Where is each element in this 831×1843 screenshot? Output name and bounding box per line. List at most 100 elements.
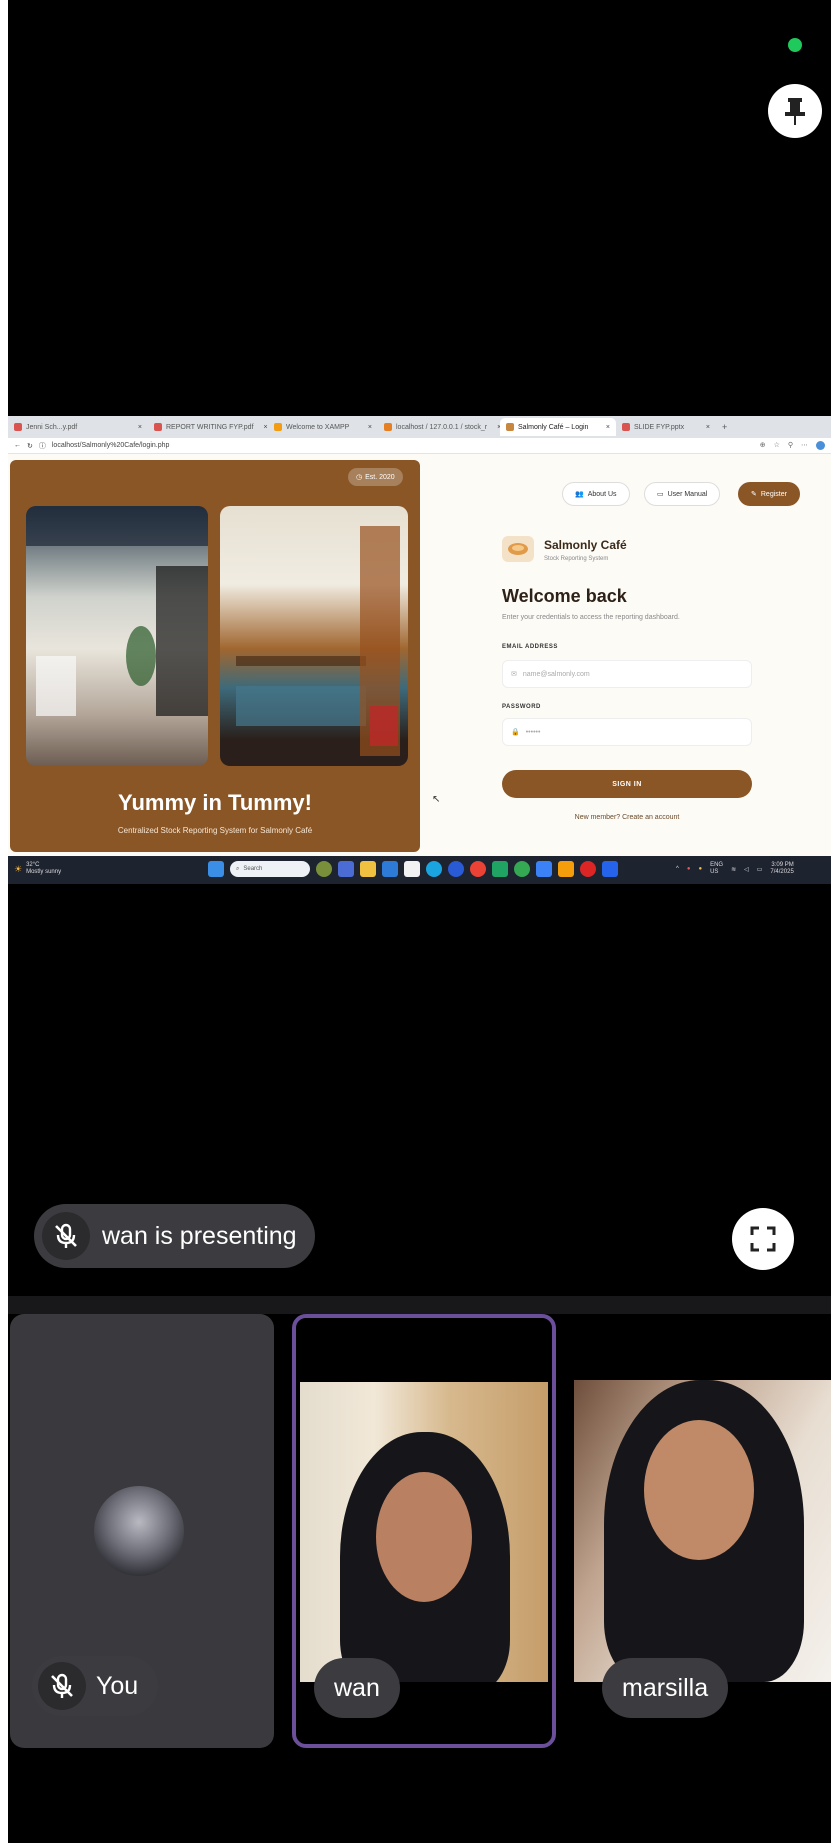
- wifi-icon[interactable]: ≋: [731, 866, 736, 873]
- tray-app-icon[interactable]: ●: [698, 866, 702, 872]
- logo-icon: [508, 543, 528, 555]
- phpmyadmin-icon: [384, 423, 392, 431]
- mic-off-icon: [38, 1662, 86, 1710]
- participant-name: marsilla: [622, 1673, 709, 1702]
- vscode-icon[interactable]: [602, 861, 618, 877]
- chrome-icon[interactable]: [470, 861, 486, 877]
- widget-icon[interactable]: [316, 861, 332, 877]
- browser-tab[interactable]: Welcome to XAMPP ×: [268, 418, 378, 436]
- participant-video: [574, 1380, 831, 1682]
- search-icon: ⌕: [236, 865, 240, 872]
- close-icon[interactable]: ×: [491, 424, 500, 431]
- pin-button[interactable]: [768, 84, 822, 138]
- app-icon[interactable]: [338, 861, 354, 877]
- close-icon[interactable]: ×: [600, 424, 610, 431]
- tiles-divider: [8, 1296, 831, 1314]
- chevron-up-icon[interactable]: ^: [676, 866, 679, 872]
- participant-tile-you[interactable]: You: [10, 1314, 274, 1748]
- browser-toolbar-icons: ⊕ ☆ ⚲ ⋯: [760, 441, 825, 450]
- sub-tagline: Centralized Stock Reporting System for S…: [117, 826, 313, 835]
- browser-tab-active[interactable]: Salmonly Café – Login ×: [500, 418, 616, 436]
- translate-icon[interactable]: ⊕: [760, 441, 766, 450]
- taskbar-search[interactable]: ⌕ Search: [230, 861, 310, 877]
- shared-screen: Jenni Sch...y.pdf × REPORT WRITING FYP.pd…: [8, 416, 831, 884]
- email-placeholder: name@salmonly.com: [522, 670, 590, 678]
- mic-off-icon: [42, 1212, 90, 1260]
- clock-icon: ◷: [356, 474, 363, 481]
- register-icon: ✎: [751, 491, 757, 498]
- cafe-interior-photo: [26, 506, 208, 766]
- email-label: EMAIL ADDRESS: [502, 644, 558, 650]
- email-field[interactable]: ✉ name@salmonly.com: [502, 660, 752, 688]
- browser-tab[interactable]: localhost / 127.0.0.1 / stock_r ×: [378, 418, 500, 436]
- app-icon[interactable]: [448, 861, 464, 877]
- brand-panel: ◷ Est. 2020 Yummy in Tummy! Centralized …: [10, 460, 420, 852]
- close-icon[interactable]: ×: [258, 424, 268, 431]
- app-icon[interactable]: [382, 861, 398, 877]
- address-text[interactable]: localhost/Salmonly%20Cafe/login.php: [52, 442, 170, 449]
- battery-icon[interactable]: ▭: [757, 866, 763, 873]
- fullscreen-icon: [750, 1226, 776, 1252]
- avatar: [94, 1486, 184, 1576]
- info-icon[interactable]: ⓘ: [39, 441, 46, 451]
- fullscreen-button[interactable]: [732, 1208, 794, 1270]
- app-icon[interactable]: [558, 861, 574, 877]
- language-indicator[interactable]: ENG US: [710, 862, 723, 876]
- address-bar[interactable]: ← ↻ ⓘ localhost/Salmonly%20Cafe/login.ph…: [8, 438, 831, 454]
- mail-icon: ✉: [511, 671, 517, 678]
- welcome-heading: Welcome back: [502, 586, 627, 606]
- presenting-text: wan is presenting: [102, 1221, 297, 1250]
- presenting-indicator: wan is presenting: [34, 1204, 315, 1268]
- app-icon[interactable]: [514, 861, 530, 877]
- people-icon: 👥: [575, 491, 584, 498]
- xampp-icon: [274, 423, 282, 431]
- password-placeholder: ••••••: [525, 728, 541, 736]
- system-tray: ^ ● ● ENG US ≋ ◁ ▭ 3:09 PM 7/4/2025: [676, 862, 794, 876]
- app-icon[interactable]: [536, 861, 552, 877]
- participant-tile-marsilla[interactable]: marsilla: [574, 1314, 831, 1748]
- register-button[interactable]: ✎ Register: [738, 482, 800, 506]
- windows-taskbar: ☀ 32°C Mostly sunny ⌕ Search ^ ● ● ENG U…: [8, 856, 831, 884]
- app-icon[interactable]: [580, 861, 596, 877]
- welcome-subtitle: Enter your credentials to access the rep…: [502, 614, 680, 621]
- weather-widget[interactable]: ☀ 32°C Mostly sunny: [14, 862, 61, 876]
- menu-icon[interactable]: ⋯: [801, 441, 808, 450]
- participant-name-chip: wan: [314, 1658, 400, 1718]
- start-icon[interactable]: [208, 861, 224, 877]
- sign-in-button[interactable]: SIGN IN: [502, 770, 752, 798]
- profile-icon[interactable]: [816, 441, 825, 450]
- participant-name-chip: You: [32, 1656, 159, 1716]
- app-icon[interactable]: [492, 861, 508, 877]
- tray-app-icon[interactable]: ●: [687, 866, 691, 872]
- close-icon[interactable]: ×: [700, 424, 710, 431]
- user-manual-button[interactable]: ▭ User Manual: [644, 482, 721, 506]
- clock[interactable]: 3:09 PM 7/4/2025: [770, 862, 793, 876]
- new-tab-icon[interactable]: +: [722, 422, 727, 432]
- cafe-shelf-photo: [220, 506, 408, 766]
- close-icon[interactable]: ×: [362, 424, 372, 431]
- browser-tab[interactable]: REPORT WRITING FYP.pdf ×: [148, 418, 268, 436]
- password-field[interactable]: 🔒 ••••••: [502, 718, 752, 746]
- create-account-link[interactable]: New member? Create an account: [502, 814, 752, 821]
- lock-icon: 🔒: [511, 729, 520, 736]
- close-icon[interactable]: ×: [132, 424, 142, 431]
- pdf-icon: [14, 423, 22, 431]
- volume-icon[interactable]: ◁: [744, 866, 749, 873]
- back-icon[interactable]: ←: [14, 442, 21, 449]
- book-icon: ▭: [657, 491, 664, 498]
- edge-icon[interactable]: [426, 861, 442, 877]
- extensions-icon[interactable]: ⚲: [788, 441, 793, 450]
- file-explorer-icon[interactable]: [360, 861, 376, 877]
- recording-indicator: [788, 38, 802, 52]
- cafe-logo: [502, 536, 534, 562]
- reload-icon[interactable]: ↻: [27, 442, 33, 450]
- site-favicon-icon: [506, 423, 514, 431]
- about-us-button[interactable]: 👥 About Us: [562, 482, 630, 506]
- app-icon[interactable]: [404, 861, 420, 877]
- pin-icon: [785, 98, 805, 125]
- browser-tab[interactable]: SLIDE FYP.pptx ×: [616, 418, 716, 436]
- star-icon[interactable]: ☆: [774, 441, 780, 450]
- browser-tab[interactable]: Jenni Sch...y.pdf ×: [8, 418, 148, 436]
- participant-name: You: [96, 1671, 139, 1700]
- participant-tile-wan[interactable]: wan: [292, 1314, 556, 1748]
